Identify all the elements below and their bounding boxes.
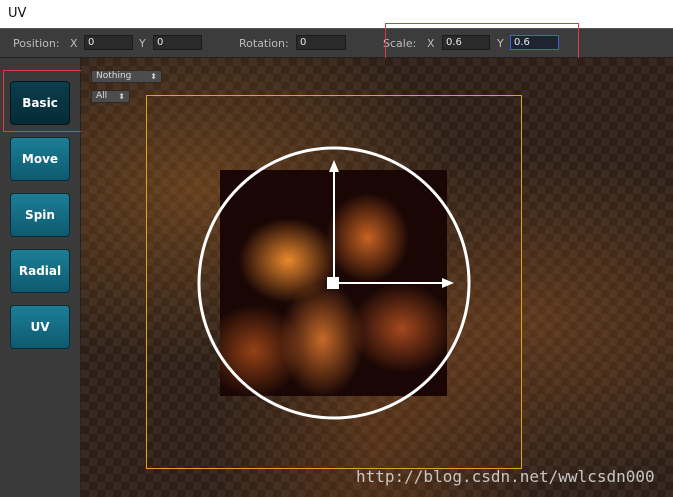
scale-x-label: X (427, 37, 435, 50)
position-y-label: Y (139, 37, 146, 50)
position-x-field[interactable]: 0 (84, 35, 133, 50)
basic-tool-button[interactable]: Basic (10, 81, 70, 125)
transform-gizmo (197, 146, 471, 420)
uv-viewport[interactable]: Nothing ⬍ All ⬍ (81, 58, 673, 497)
y-arrow-icon[interactable] (329, 160, 339, 172)
scale-label: Scale: (383, 37, 417, 50)
x-arrow-icon[interactable] (442, 278, 454, 288)
rotation-label: Rotation: (239, 37, 289, 50)
scale-y-field[interactable]: 0.6 (510, 35, 559, 50)
pivot-square-icon[interactable] (327, 277, 339, 289)
spin-tool-button[interactable]: Spin (10, 193, 70, 237)
window-title: UV (8, 6, 27, 21)
tool-sidebar: Basic Move Spin Radial UV (0, 58, 81, 497)
watermark-text: http://blog.csdn.net/wwlcsdn000 (356, 467, 655, 486)
scale-y-label: Y (497, 37, 504, 50)
position-x-label: X (70, 37, 78, 50)
radial-tool-button[interactable]: Radial (10, 249, 70, 293)
position-y-field[interactable]: 0 (153, 35, 202, 50)
window-titlebar: UV (0, 0, 673, 28)
scale-x-field[interactable]: 0.6 (442, 35, 490, 50)
move-tool-button[interactable]: Move (10, 137, 70, 181)
position-label: Position: (13, 37, 60, 50)
rotation-field[interactable]: 0 (296, 35, 346, 50)
uv-tool-button[interactable]: UV (10, 305, 70, 349)
transform-toolbar: Position: X 0 Y 0 Rotation: 0 Scale: X 0… (0, 28, 673, 58)
